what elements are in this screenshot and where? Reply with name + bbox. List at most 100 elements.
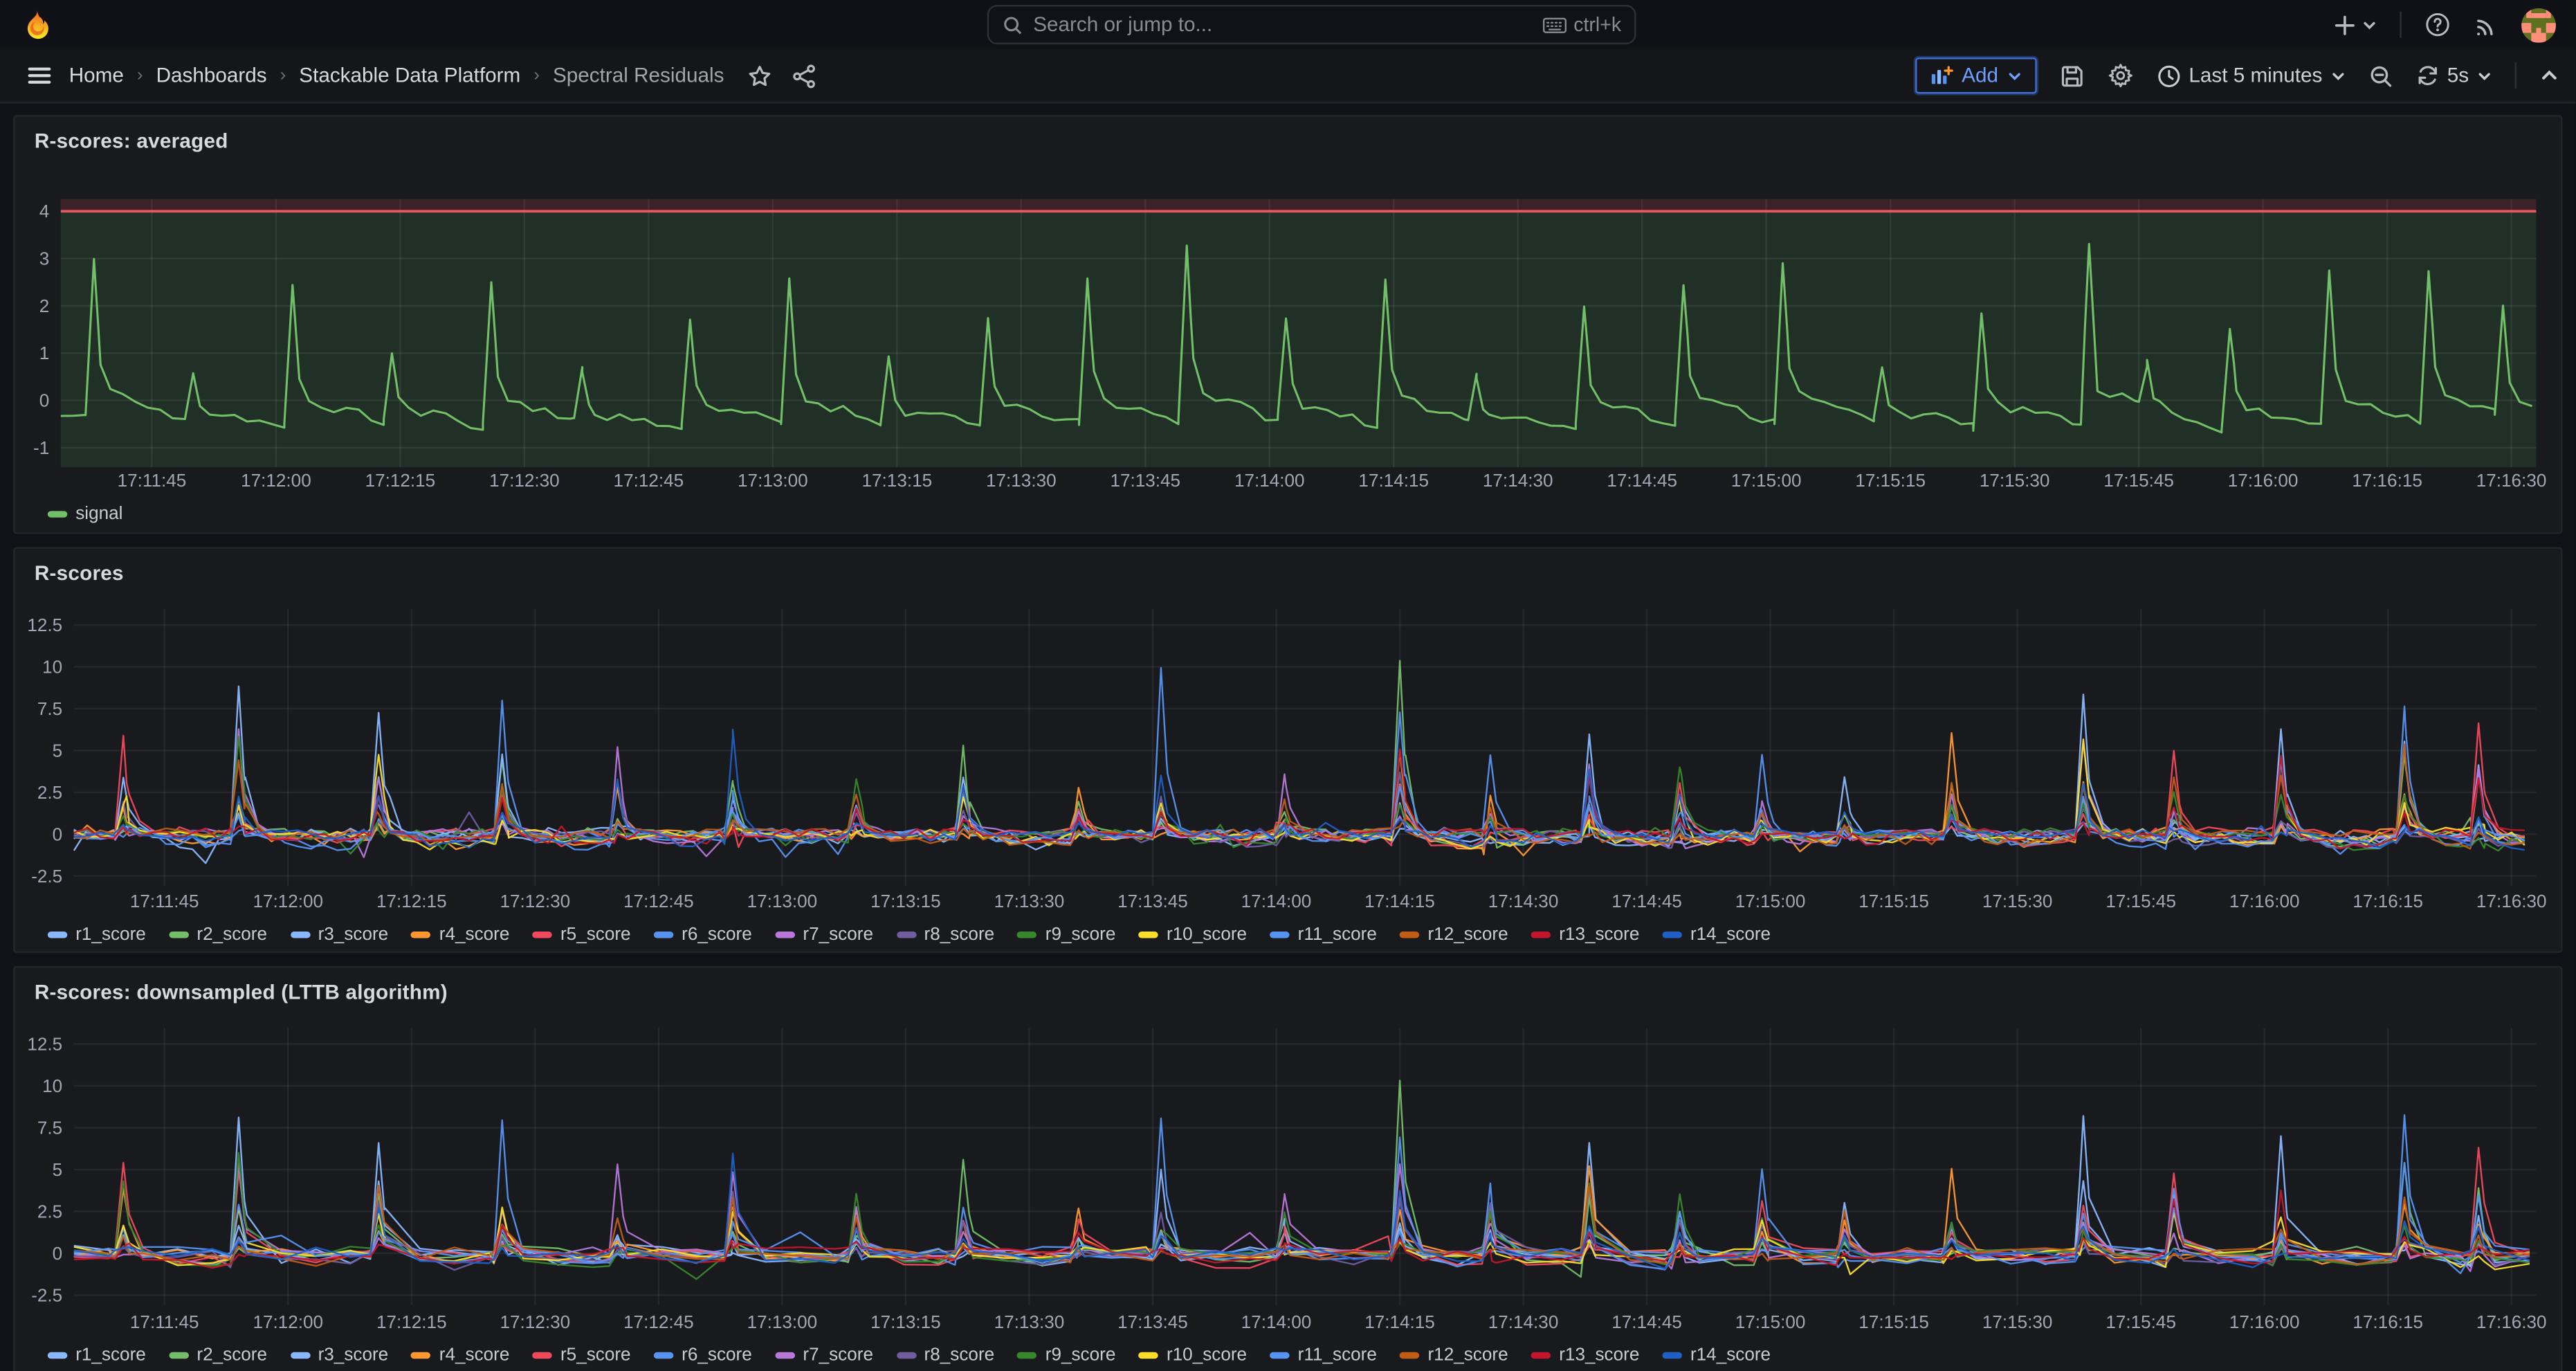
legend-swatch: [775, 932, 794, 938]
refresh-picker[interactable]: 5s: [2416, 64, 2492, 87]
legend-item[interactable]: r8_score: [896, 925, 994, 945]
legend-item[interactable]: r3_score: [290, 925, 388, 945]
y-tick-label: 4: [39, 201, 50, 221]
x-tick-label: 17:15:45: [2103, 470, 2174, 491]
new-menu-button[interactable]: [2332, 12, 2377, 37]
x-tick-label: 17:13:15: [862, 470, 933, 491]
x-tick-label: 17:13:15: [870, 891, 941, 911]
chart-rscores-averaged[interactable]: 43210-117:11:4517:12:0017:12:1517:12:301…: [15, 117, 2561, 533]
panel-rscores-averaged: 43210-117:11:4517:12:0017:12:1517:12:301…: [13, 115, 2562, 534]
legend-item[interactable]: r1_score: [48, 925, 146, 945]
legend-item[interactable]: r4_score: [411, 1345, 509, 1365]
y-tick-label: 7.5: [37, 1117, 62, 1138]
legend-item[interactable]: r5_score: [533, 1345, 631, 1365]
x-tick-label: 17:14:15: [1358, 470, 1429, 491]
x-tick-label: 17:12:00: [253, 1311, 323, 1332]
y-tick-label: 10: [42, 657, 62, 678]
share-button[interactable]: [792, 63, 816, 88]
breadcrumb-home[interactable]: Home: [69, 64, 124, 87]
x-tick-label: 17:12:45: [614, 470, 684, 491]
legend-item[interactable]: r2_score: [169, 925, 267, 945]
legend-item[interactable]: r11_score: [1270, 925, 1377, 945]
legend-item[interactable]: r8_score: [896, 1345, 994, 1365]
legend-swatch: [1663, 1352, 1682, 1359]
x-tick-label: 17:14:15: [1364, 891, 1435, 911]
divider: [2400, 12, 2401, 38]
panel-title[interactable]: R-scores: downsampled (LTTB algorithm): [35, 981, 448, 1004]
chevron-right-icon: ›: [137, 66, 143, 85]
panel-title[interactable]: R-scores: averaged: [35, 130, 228, 153]
graph-add-icon: [1930, 66, 1953, 85]
mega-menu-button[interactable]: [26, 62, 53, 89]
legend-item[interactable]: r9_score: [1017, 925, 1115, 945]
grafana-logo-icon[interactable]: [19, 8, 54, 42]
legend-item[interactable]: r13_score: [1531, 1345, 1639, 1365]
gear-icon: [2107, 62, 2133, 89]
legend-label: r9_score: [1045, 925, 1116, 945]
legend-swatch: [775, 1352, 794, 1359]
legend-label: r1_score: [75, 925, 146, 945]
y-tick-label: 12.5: [27, 615, 62, 635]
time-range-picker[interactable]: Last 5 minutes: [2156, 63, 2346, 88]
legend-swatch: [1139, 932, 1158, 938]
chart-rscores-downsampled[interactable]: 12.5107.552.50-2.517:11:4517:12:0017:12:…: [15, 968, 2561, 1371]
legend-item[interactable]: r13_score: [1531, 925, 1639, 945]
legend-item[interactable]: r1_score: [48, 1345, 146, 1365]
favorite-button[interactable]: [747, 63, 772, 88]
legend-item[interactable]: r10_score: [1139, 925, 1247, 945]
breadcrumb-current: Spectral Residuals: [553, 64, 724, 87]
x-tick-label: 17:12:45: [623, 1311, 694, 1332]
x-tick-label: 17:14:00: [1234, 470, 1305, 491]
legend-item[interactable]: r4_score: [411, 925, 509, 945]
legend-label: r8_score: [924, 925, 995, 945]
search-placeholder: Search or jump to...: [1033, 13, 1533, 36]
legend-item[interactable]: r10_score: [1139, 1345, 1247, 1365]
y-tick-label: 5: [53, 1159, 63, 1180]
legend-item[interactable]: r7_score: [775, 1345, 873, 1365]
panel-title[interactable]: R-scores: [35, 562, 124, 585]
legend-item[interactable]: r14_score: [1663, 925, 1771, 945]
legend-label: r12_score: [1427, 1345, 1508, 1365]
x-tick-label: 17:15:15: [1858, 891, 1929, 911]
legend-swatch: [1270, 1352, 1289, 1359]
help-button[interactable]: [2424, 12, 2451, 38]
user-avatar[interactable]: [2521, 8, 2556, 42]
legend-item[interactable]: r12_score: [1400, 925, 1508, 945]
add-button[interactable]: Add: [1916, 57, 2036, 93]
divider: [2515, 62, 2516, 89]
legend-item[interactable]: r3_score: [290, 1345, 388, 1365]
y-tick-label: 2.5: [37, 782, 62, 803]
x-tick-label: 17:13:00: [738, 470, 808, 491]
news-button[interactable]: [2474, 12, 2499, 37]
legend-item[interactable]: r12_score: [1400, 1345, 1508, 1365]
legend-item[interactable]: r14_score: [1663, 1345, 1771, 1365]
legend-swatch: [411, 932, 430, 938]
breadcrumb-folder[interactable]: Stackable Data Platform: [299, 64, 520, 87]
legend-item[interactable]: r6_score: [654, 1345, 752, 1365]
breadcrumb-dashboards[interactable]: Dashboards: [156, 64, 267, 87]
legend-item[interactable]: r11_score: [1270, 1345, 1377, 1365]
x-tick-label: 17:14:45: [1611, 891, 1682, 911]
save-dashboard-button[interactable]: [2059, 63, 2084, 88]
legend-label: r2_score: [197, 1345, 267, 1365]
chevron-down-icon: [2330, 69, 2345, 83]
legend-item[interactable]: r7_score: [775, 925, 873, 945]
legend-label: r7_score: [803, 925, 873, 945]
legend-item[interactable]: r2_score: [169, 1345, 267, 1365]
dashboard-settings-button[interactable]: [2107, 62, 2133, 89]
legend-item[interactable]: r5_score: [533, 925, 631, 945]
collapse-toolbar-button[interactable]: [2539, 66, 2559, 85]
chart-rscores[interactable]: 12.5107.552.50-2.517:11:4517:12:0017:12:…: [15, 549, 2561, 952]
zoom-out-button[interactable]: [2368, 63, 2393, 88]
legend-label: r10_score: [1167, 925, 1247, 945]
search-input[interactable]: Search or jump to... ctrl+k: [987, 5, 1636, 44]
legend-label: r2_score: [197, 925, 267, 945]
breadcrumb: Home › Dashboards › Stackable Data Platf…: [69, 64, 724, 87]
legend-label: r8_score: [924, 1345, 995, 1365]
chevron-down-icon: [2362, 17, 2377, 32]
legend-swatch: [1017, 932, 1036, 938]
legend-item[interactable]: signal: [48, 505, 123, 524]
legend-item[interactable]: r6_score: [654, 925, 752, 945]
legend-item[interactable]: r9_score: [1017, 1345, 1115, 1365]
top-bar: Search or jump to... ctrl+k: [0, 0, 2575, 49]
